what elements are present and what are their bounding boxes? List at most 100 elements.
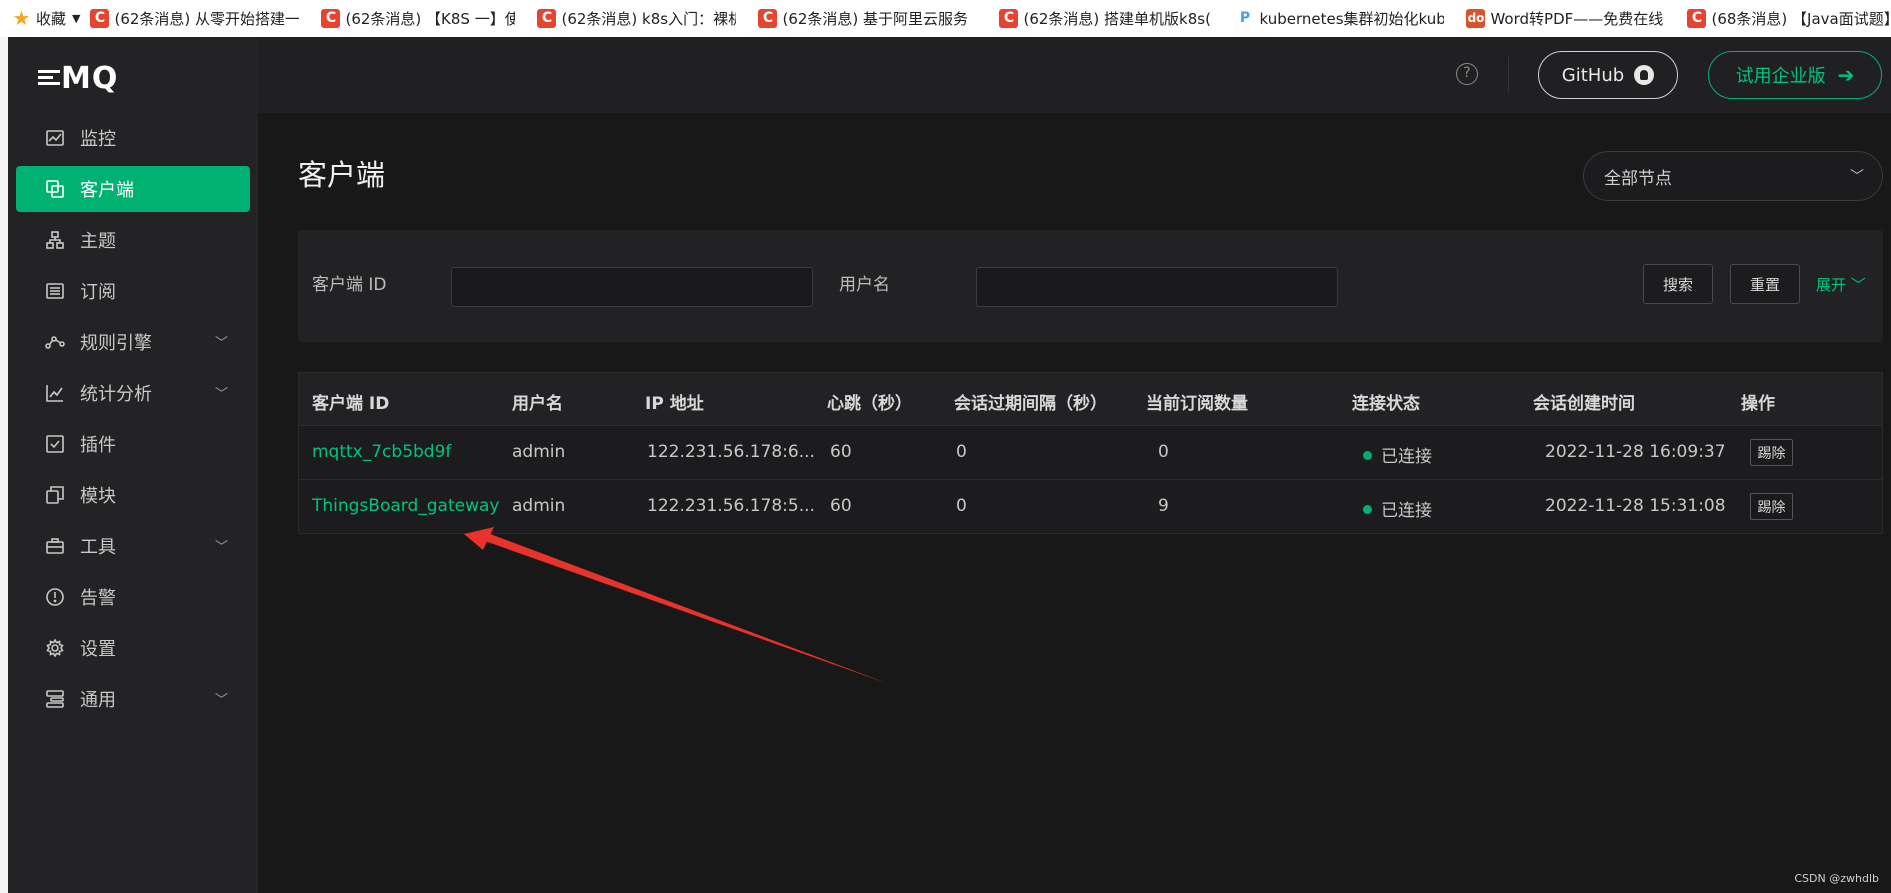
node-select-value: 全部节点 (1604, 168, 1672, 189)
search-button[interactable]: 搜索 (1643, 264, 1713, 304)
bookmark-item[interactable]: C (62条消息) 从零开始搭建一 (90, 8, 299, 29)
bookmark-item[interactable]: C (62条消息) 搭建单机版k8s( (999, 8, 1213, 29)
arrow-right-icon: ➔ (1837, 63, 1855, 87)
bookmark-item[interactable]: C (62条消息) 基于阿里云服务 (758, 8, 977, 29)
sidebar-item-clients[interactable]: 客户端 (16, 166, 250, 212)
sidebar-item-label: 通用 (80, 690, 116, 711)
star-icon: ★ (12, 6, 31, 30)
sidebar-item-rule-engine[interactable]: 规则引擎 ﹀ (16, 319, 250, 365)
expand-link[interactable]: 展开 ﹀ (1816, 274, 1866, 295)
client-id-input[interactable] (451, 267, 813, 307)
expiry-cell: 0 (956, 442, 967, 462)
chevron-down-icon: ﹀ (1850, 276, 1866, 294)
help-icon[interactable]: ? (1456, 63, 1478, 85)
logo-text: MQ (61, 61, 119, 96)
bookmark-item[interactable]: C (62条消息) 【K8S 一】使 (321, 8, 515, 29)
status-cell: 已连接 (1363, 496, 1432, 521)
bookmark-item[interactable]: do Word转PDF——免费在线 (1466, 8, 1665, 29)
sidebar-item-plugins[interactable]: 插件 (16, 421, 250, 467)
sidebar-item-label: 客户端 (80, 180, 134, 201)
status-cell: 已连接 (1363, 442, 1432, 467)
bookmark-label: 收藏 (36, 9, 67, 28)
sidebar-item-label: 模块 (80, 486, 116, 507)
logo-e-mark (38, 67, 60, 87)
bookmarks-bar: ★ 收藏 ▼ C (62条消息) 从零开始搭建一 C (62条消息) 【K8S … (0, 0, 1891, 36)
bookmark-label: (62条消息) 基于阿里云服务 (782, 9, 969, 28)
chevron-down-icon: ﹀ (214, 387, 228, 402)
sidebar-item-label: 统计分析 (80, 384, 152, 405)
client-id-link[interactable]: mqttx_7cb5bd9f (312, 442, 451, 462)
bookmark-favorites[interactable]: ★ 收藏 ▼ (12, 6, 90, 30)
bookmark-item[interactable]: C (62条消息) k8s入门：裸机 (537, 8, 736, 29)
sidebar-item-label: 规则引擎 (80, 333, 152, 354)
expiry-cell: 0 (956, 496, 967, 516)
github-label: GitHub (1561, 64, 1625, 86)
bookmark-label: (62条消息) k8s入门：裸机 (561, 9, 737, 28)
github-button[interactable]: GitHub (1538, 51, 1678, 99)
node-select[interactable]: 全部节点 ﹀ (1583, 151, 1883, 201)
emq-logo[interactable]: MQ (38, 61, 118, 96)
csdn-icon: C (90, 8, 110, 28)
kick-button[interactable]: 踢除 (1750, 493, 1793, 520)
sidebar-item-analytics[interactable]: 统计分析 ﹀ (16, 370, 250, 416)
sidebar-item-label: 告警 (80, 588, 116, 609)
analytics-icon (44, 382, 66, 404)
sidebar-item-subscriptions[interactable]: 订阅 (16, 268, 250, 314)
github-icon (1634, 65, 1655, 85)
subscription-list-icon (44, 280, 66, 302)
sidebar-item-label: 设置 (80, 639, 116, 660)
column-header: 会话过期间隔（秒） (954, 394, 1107, 414)
header-divider (1508, 57, 1509, 93)
bookmark-label: Word转PDF——免费在线 (1490, 9, 1664, 28)
sidebar-item-alarms[interactable]: 告警 (16, 574, 250, 620)
reset-button[interactable]: 重置 (1730, 264, 1800, 304)
column-header: 客户端 ID (312, 394, 390, 414)
username-cell: admin (512, 496, 566, 516)
chevron-down-icon: ﹀ (214, 540, 228, 555)
created-cell: 2022-11-28 15:31:08 (1545, 496, 1726, 516)
toolbox-icon (44, 535, 66, 557)
column-header: 当前订阅数量 (1146, 394, 1248, 414)
sidebar-item-modules[interactable]: 模块 (16, 472, 250, 518)
sidebar-item-settings[interactable]: 设置 (16, 625, 250, 671)
emqx-dashboard: MQ 监控 客户端 主题 订阅 规则引擎 ﹀ 统计分析 ﹀ 插件 模块 工具 ﹀… (8, 37, 1891, 893)
sidebar-item-topics[interactable]: 主题 (16, 217, 250, 263)
csdn-icon: C (321, 8, 341, 28)
status-dot (1363, 504, 1372, 514)
sidebar-item-label: 主题 (80, 231, 116, 252)
column-header: 心跳（秒） (827, 394, 912, 414)
monitor-chart-icon (44, 127, 66, 149)
caret-down-icon[interactable]: ▼ (72, 12, 80, 25)
bookmark-item[interactable]: C (68条消息) 【Java面试题】 (1687, 8, 1891, 29)
chevron-down-icon: ﹀ (214, 693, 228, 708)
sidebar-item-label: 插件 (80, 435, 116, 456)
csdn-icon: C (758, 8, 778, 28)
kick-button[interactable]: 踢除 (1750, 439, 1793, 466)
created-cell: 2022-11-28 16:09:37 (1545, 442, 1726, 462)
sidebar-item-label: 订阅 (80, 282, 116, 303)
sidebar: MQ 监控 客户端 主题 订阅 规则引擎 ﹀ 统计分析 ﹀ 插件 模块 工具 ﹀… (8, 37, 258, 893)
search-panel: 客户端 ID 用户名 搜索 重置 展开 ﹀ (298, 230, 1883, 342)
chevron-down-icon: ﹀ (214, 336, 228, 351)
column-header: 连接状态 (1352, 394, 1420, 414)
enterprise-label: 试用企业版 (1735, 66, 1826, 87)
client-id-link[interactable]: ThingsBoard_gateway (312, 496, 499, 516)
watermark: CSDN @zwhdlb (1794, 872, 1879, 885)
ip-cell: 122.231.56.178:5... (647, 496, 815, 516)
bookmark-label: (62条消息) 【K8S 一】使 (345, 9, 516, 28)
sidebar-item-general[interactable]: 通用 ﹀ (16, 676, 250, 722)
status-text: 已连接 (1381, 447, 1432, 467)
window-edge (0, 37, 8, 893)
plugin-checkbox-icon (44, 433, 66, 455)
modules-icon (44, 484, 66, 506)
table-row: mqttx_7cb5bd9f admin 122.231.56.178:6...… (299, 426, 1882, 480)
status-dot (1363, 450, 1372, 460)
try-enterprise-button[interactable]: 试用企业版 ➔ (1708, 51, 1882, 99)
sidebar-item-tools[interactable]: 工具 ﹀ (16, 523, 250, 569)
sidebar-item-monitor[interactable]: 监控 (16, 115, 250, 161)
bookmark-item[interactable]: P kubernetes集群初始化kub (1235, 8, 1445, 29)
general-icon (44, 688, 66, 710)
username-input[interactable] (976, 267, 1338, 307)
topic-tree-icon (44, 229, 66, 251)
sidebar-item-label: 工具 (80, 537, 116, 558)
